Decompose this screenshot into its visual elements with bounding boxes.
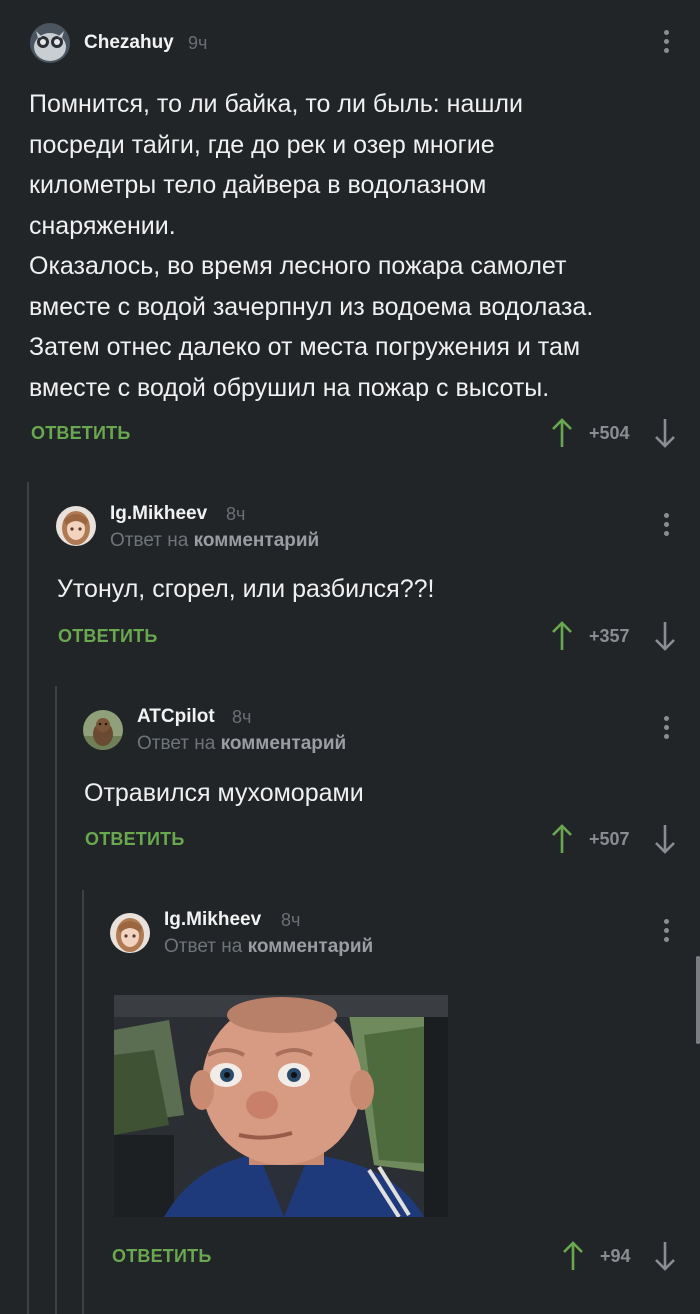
reply-to-label: Ответ на комментарий [110,530,319,552]
scrollbar[interactable] [696,956,700,1044]
vote-score: +94 [600,1246,631,1266]
arrow-down-icon[interactable] [654,823,676,855]
anime-girl-avatar[interactable] [110,913,150,953]
reply-button[interactable]: ОТВЕТИТЬ [85,829,184,850]
comment-time: 8ч [226,504,246,524]
comment-time: 8ч [281,910,301,930]
comment-text: Отравился мухоморами [84,779,364,807]
thread-line-level-3 [82,890,84,1314]
arrow-up-icon[interactable] [562,1240,584,1272]
kebab-menu-icon[interactable] [661,716,671,746]
vote-score: +507 [589,829,630,849]
arrow-down-icon[interactable] [654,417,676,449]
comment-text: Утонул, сгорел, или разбился??! [57,575,435,603]
comment-time: 9ч [188,33,208,53]
kebab-menu-icon[interactable] [661,513,671,543]
arrow-up-icon[interactable] [551,823,573,855]
comment-author[interactable]: Ig.Mikheev [110,503,207,525]
comment-image[interactable] [114,995,448,1217]
reply-button[interactable]: ОТВЕТИТЬ [112,1246,211,1267]
comment-author[interactable]: ATCpilot [137,706,215,728]
reply-to-link[interactable]: комментарий [221,733,347,754]
reply-to-link[interactable]: комментарий [194,530,320,551]
arrow-down-icon[interactable] [654,1240,676,1272]
reply-to-link[interactable]: комментарий [248,936,374,957]
comment-time: 8ч [232,707,252,727]
arrow-up-icon[interactable] [551,620,573,652]
reply-button[interactable]: ОТВЕТИТЬ [31,423,130,444]
reply-to-prefix: Ответ на [164,936,243,957]
kebab-menu-icon[interactable] [661,30,671,60]
vote-score: +504 [589,423,630,443]
kebab-menu-icon[interactable] [661,919,671,949]
thread-line-level-2 [55,686,57,1314]
vote-score: +357 [589,626,630,646]
reply-to-label: Ответ на комментарий [164,936,373,958]
reply-button[interactable]: ОТВЕТИТЬ [58,626,157,647]
comment-text: Помнится, то ли байка, то ли быль: нашли… [29,90,594,402]
arrow-up-icon[interactable] [551,417,573,449]
owl-avatar[interactable] [30,23,70,63]
reply-to-prefix: Ответ на [137,733,216,754]
arrow-down-icon[interactable] [654,620,676,652]
comment-author[interactable]: Ig.Mikheev [164,909,261,931]
anime-girl-avatar[interactable] [56,506,96,546]
thread-line-level-1 [27,482,29,1314]
reply-to-prefix: Ответ на [110,530,189,551]
comment-author[interactable]: Chezahuy [84,32,174,54]
reply-to-label: Ответ на комментарий [137,733,346,755]
animal-avatar[interactable] [83,710,123,750]
